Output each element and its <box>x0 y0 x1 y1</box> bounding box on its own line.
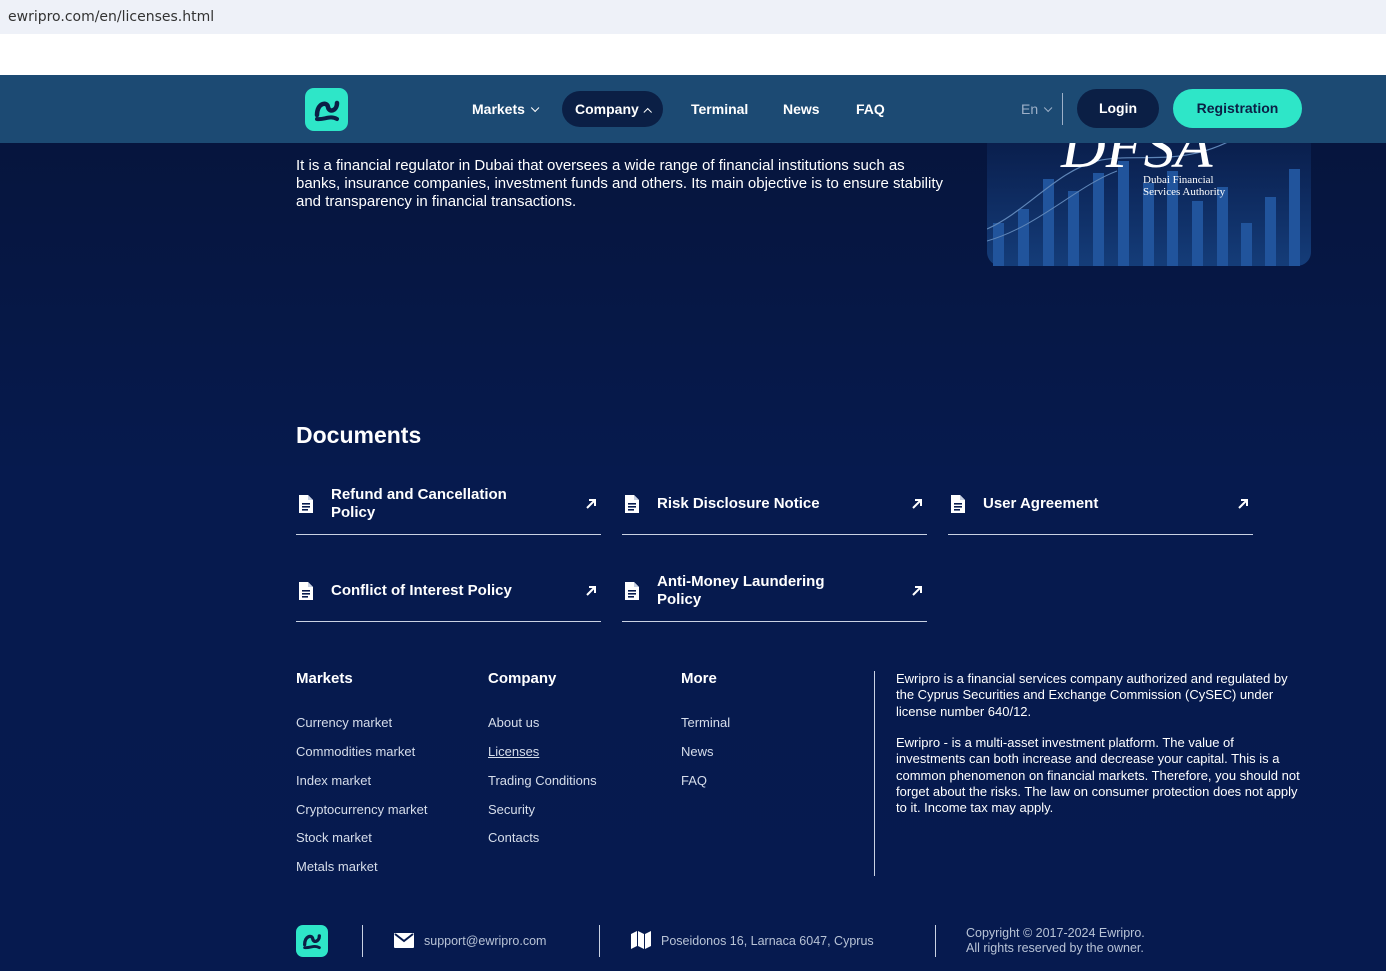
document-label: Refund and Cancellation Policy <box>331 485 507 521</box>
footer-link-cryptocurrency-market[interactable]: Cryptocurrency market <box>296 802 427 817</box>
nav-markets-label: Markets <box>472 101 525 117</box>
footer-link-contacts[interactable]: Contacts <box>488 830 539 845</box>
page: Markets Company Terminal News FAQ En Log… <box>0 75 1386 971</box>
footer-company-title: Company <box>488 670 557 687</box>
nav-news[interactable]: News <box>783 91 820 127</box>
document-icon <box>625 581 639 600</box>
nav-company-label: Company <box>575 101 639 117</box>
footer-link-licenses[interactable]: Licenses <box>488 744 539 759</box>
arrow-up-right-icon <box>912 585 922 596</box>
map-icon <box>631 931 651 949</box>
footer-more-title: More <box>681 670 717 687</box>
logo-mark-icon <box>303 934 321 950</box>
document-icon <box>625 494 639 513</box>
documents-title: Documents <box>296 422 422 448</box>
registration-button[interactable]: Registration <box>1173 89 1302 128</box>
footer-link-stock-market[interactable]: Stock market <box>296 830 372 845</box>
dfsa-chart-illustration: DFSA Dubai Financial Services Authority <box>986 113 1311 266</box>
footer-link-metals-market[interactable]: Metals market <box>296 859 378 874</box>
footer-bottom-divider <box>599 925 600 957</box>
arrow-up-right-icon <box>1238 498 1248 509</box>
footer-link-index-market[interactable]: Index market <box>296 773 371 788</box>
chevron-down-icon <box>1044 103 1053 113</box>
chevron-down-icon <box>530 103 540 113</box>
browser-blank-area <box>0 34 1386 75</box>
mail-icon <box>394 933 414 948</box>
footer-link-currency-market[interactable]: Currency market <box>296 715 392 730</box>
document-label: Anti-Money Laundering Policy <box>657 572 825 608</box>
language-label: En <box>1021 101 1039 117</box>
arrow-up-right-icon <box>912 498 922 509</box>
footer-copyright-line1: Copyright © 2017-2024 Ewripro. <box>966 926 1145 940</box>
nav-faq-label: FAQ <box>856 101 885 117</box>
arrow-up-right-icon <box>586 498 596 509</box>
footer-link-trading-conditions[interactable]: Trading Conditions <box>488 773 597 788</box>
footer-about-paragraph-1: Ewripro is a financial services company … <box>896 671 1288 719</box>
footer-logo[interactable] <box>296 925 328 957</box>
footer-link-terminal[interactable]: Terminal <box>681 715 730 730</box>
footer-bottom-divider <box>362 925 363 957</box>
footer-link-about-us[interactable]: About us <box>488 715 539 730</box>
dfsa-caption-2: Services Authority <box>1143 186 1226 198</box>
arrow-up-right-icon <box>586 585 596 596</box>
footer-divider <box>874 671 875 876</box>
footer-markets-title: Markets <box>296 670 353 687</box>
footer-copyright-line2: All rights reserved by the owner. <box>966 941 1144 955</box>
document-label: Risk Disclosure Notice <box>657 494 820 512</box>
footer-bottom-divider <box>935 925 936 957</box>
footer-link-security[interactable]: Security <box>488 802 535 817</box>
logo-mark-icon <box>314 100 339 121</box>
nav-company[interactable]: Company <box>562 91 663 127</box>
language-selector[interactable]: En <box>1021 91 1053 127</box>
header-divider <box>1062 93 1063 125</box>
chevron-up-icon <box>643 108 652 117</box>
document-refund-policy[interactable]: Refund and Cancellation Policy <box>296 473 601 535</box>
footer-bottom-bar: support@ewripro.com Poseidonos 16, Larna… <box>0 915 1386 971</box>
nav-news-label: News <box>783 101 820 117</box>
regulator-description: It is a financial regulator in Dubai tha… <box>296 157 943 210</box>
url-text: ewripro.com/en/licenses.html <box>8 9 215 25</box>
document-icon <box>299 581 313 600</box>
nav-markets[interactable]: Markets <box>472 91 540 127</box>
footer-link-faq[interactable]: FAQ <box>681 773 707 788</box>
dfsa-caption-1: Dubai Financial <box>1143 174 1214 186</box>
nav-terminal-label: Terminal <box>691 101 749 117</box>
document-label: Conflict of Interest Policy <box>331 581 512 599</box>
footer-link-news[interactable]: News <box>681 744 714 759</box>
site-header: Markets Company Terminal News FAQ En Log… <box>0 75 1386 143</box>
document-aml-policy[interactable]: Anti-Money Laundering Policy <box>622 560 927 622</box>
document-user-agreement[interactable]: User Agreement <box>948 473 1253 535</box>
document-icon <box>951 494 965 513</box>
nav-faq[interactable]: FAQ <box>856 91 885 127</box>
footer-address: Poseidonos 16, Larnaca 6047, Cyprus <box>661 934 874 948</box>
address-bar[interactable]: ewripro.com/en/licenses.html <box>0 0 1386 34</box>
login-button[interactable]: Login <box>1077 89 1159 128</box>
document-label: User Agreement <box>983 494 1099 512</box>
footer-email-link[interactable]: support@ewripro.com <box>424 934 546 948</box>
document-conflict-of-interest[interactable]: Conflict of Interest Policy <box>296 560 601 622</box>
footer-about-paragraph-2: Ewripro - is a multi-asset investment pl… <box>896 735 1300 816</box>
footer-link-commodities-market[interactable]: Commodities market <box>296 744 415 759</box>
dfsa-logo-card: DFSA Dubai Financial Services Authority <box>986 113 1311 266</box>
nav-terminal[interactable]: Terminal <box>691 91 748 127</box>
document-icon <box>299 494 313 513</box>
document-risk-disclosure[interactable]: Risk Disclosure Notice <box>622 473 927 535</box>
site-logo[interactable] <box>305 88 348 131</box>
